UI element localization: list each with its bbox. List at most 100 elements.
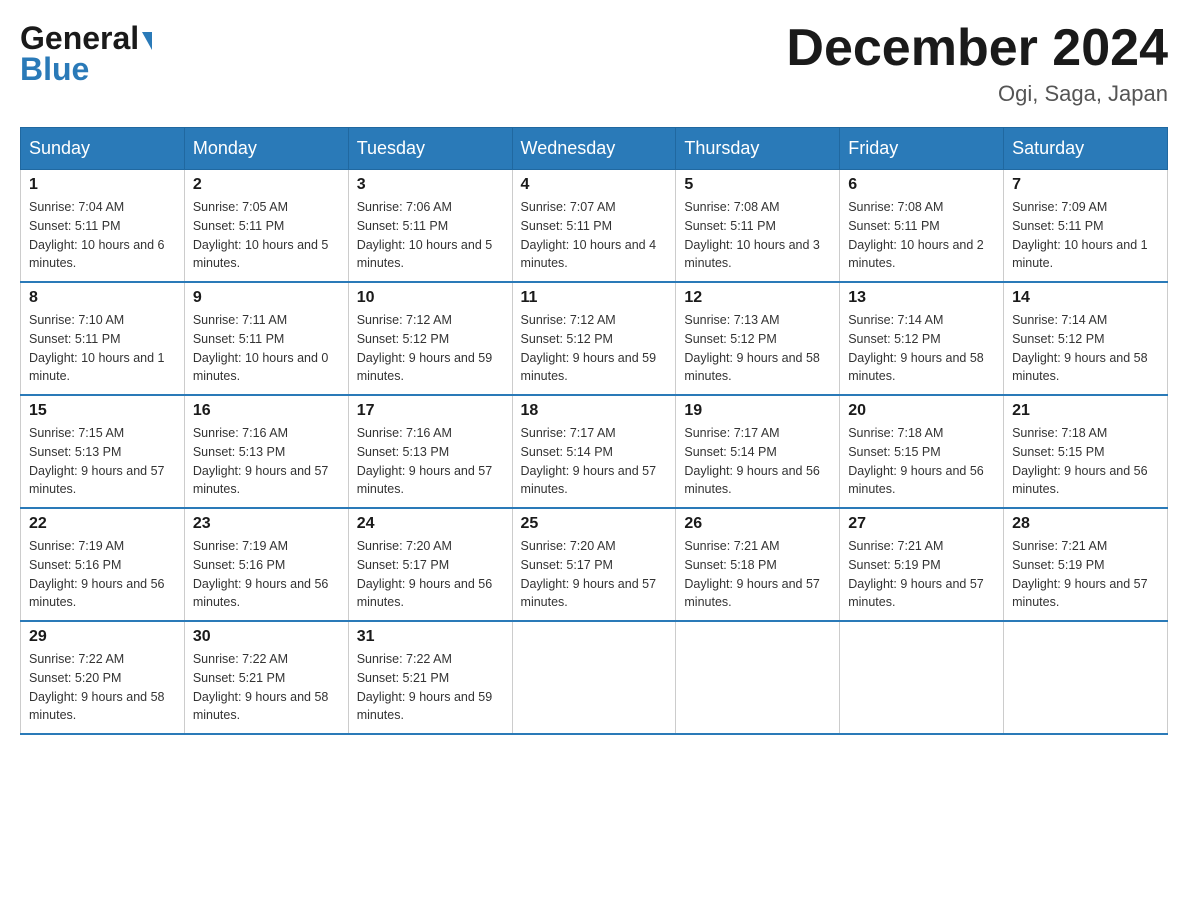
calendar-day-cell: 24 Sunrise: 7:20 AM Sunset: 5:17 PM Dayl… xyxy=(348,508,512,621)
day-number: 12 xyxy=(684,289,831,307)
day-info: Sunrise: 7:18 AM Sunset: 5:15 PM Dayligh… xyxy=(848,424,995,499)
calendar-day-cell: 15 Sunrise: 7:15 AM Sunset: 5:13 PM Dayl… xyxy=(21,395,185,508)
day-number: 2 xyxy=(193,176,340,194)
day-number: 7 xyxy=(1012,176,1159,194)
col-saturday: Saturday xyxy=(1004,128,1168,170)
day-info: Sunrise: 7:12 AM Sunset: 5:12 PM Dayligh… xyxy=(357,311,504,386)
day-info: Sunrise: 7:16 AM Sunset: 5:13 PM Dayligh… xyxy=(193,424,340,499)
day-number: 23 xyxy=(193,515,340,533)
day-info: Sunrise: 7:20 AM Sunset: 5:17 PM Dayligh… xyxy=(521,537,668,612)
col-sunday: Sunday xyxy=(21,128,185,170)
logo-arrow-icon xyxy=(142,32,152,50)
day-info: Sunrise: 7:13 AM Sunset: 5:12 PM Dayligh… xyxy=(684,311,831,386)
day-info: Sunrise: 7:07 AM Sunset: 5:11 PM Dayligh… xyxy=(521,198,668,273)
calendar-day-cell: 12 Sunrise: 7:13 AM Sunset: 5:12 PM Dayl… xyxy=(676,282,840,395)
day-info: Sunrise: 7:06 AM Sunset: 5:11 PM Dayligh… xyxy=(357,198,504,273)
day-info: Sunrise: 7:12 AM Sunset: 5:12 PM Dayligh… xyxy=(521,311,668,386)
calendar-day-cell: 26 Sunrise: 7:21 AM Sunset: 5:18 PM Dayl… xyxy=(676,508,840,621)
day-number: 29 xyxy=(29,628,176,646)
calendar-day-cell: 2 Sunrise: 7:05 AM Sunset: 5:11 PM Dayli… xyxy=(184,170,348,283)
day-number: 19 xyxy=(684,402,831,420)
calendar-week-row: 15 Sunrise: 7:15 AM Sunset: 5:13 PM Dayl… xyxy=(21,395,1168,508)
day-info: Sunrise: 7:05 AM Sunset: 5:11 PM Dayligh… xyxy=(193,198,340,273)
day-number: 24 xyxy=(357,515,504,533)
calendar-header-row: Sunday Monday Tuesday Wednesday Thursday… xyxy=(21,128,1168,170)
day-number: 28 xyxy=(1012,515,1159,533)
day-number: 31 xyxy=(357,628,504,646)
day-number: 3 xyxy=(357,176,504,194)
calendar-day-cell: 23 Sunrise: 7:19 AM Sunset: 5:16 PM Dayl… xyxy=(184,508,348,621)
day-info: Sunrise: 7:11 AM Sunset: 5:11 PM Dayligh… xyxy=(193,311,340,386)
day-number: 9 xyxy=(193,289,340,307)
calendar-day-cell xyxy=(840,621,1004,734)
location-label: Ogi, Saga, Japan xyxy=(786,81,1168,107)
day-number: 6 xyxy=(848,176,995,194)
calendar-day-cell xyxy=(1004,621,1168,734)
day-info: Sunrise: 7:19 AM Sunset: 5:16 PM Dayligh… xyxy=(193,537,340,612)
day-info: Sunrise: 7:22 AM Sunset: 5:21 PM Dayligh… xyxy=(357,650,504,725)
day-number: 18 xyxy=(521,402,668,420)
calendar-day-cell: 5 Sunrise: 7:08 AM Sunset: 5:11 PM Dayli… xyxy=(676,170,840,283)
calendar-day-cell: 31 Sunrise: 7:22 AM Sunset: 5:21 PM Dayl… xyxy=(348,621,512,734)
calendar-day-cell: 18 Sunrise: 7:17 AM Sunset: 5:14 PM Dayl… xyxy=(512,395,676,508)
day-number: 20 xyxy=(848,402,995,420)
calendar-day-cell: 20 Sunrise: 7:18 AM Sunset: 5:15 PM Dayl… xyxy=(840,395,1004,508)
col-monday: Monday xyxy=(184,128,348,170)
day-info: Sunrise: 7:14 AM Sunset: 5:12 PM Dayligh… xyxy=(1012,311,1159,386)
day-info: Sunrise: 7:10 AM Sunset: 5:11 PM Dayligh… xyxy=(29,311,176,386)
day-info: Sunrise: 7:19 AM Sunset: 5:16 PM Dayligh… xyxy=(29,537,176,612)
day-number: 5 xyxy=(684,176,831,194)
day-number: 22 xyxy=(29,515,176,533)
calendar-day-cell: 19 Sunrise: 7:17 AM Sunset: 5:14 PM Dayl… xyxy=(676,395,840,508)
calendar-day-cell: 30 Sunrise: 7:22 AM Sunset: 5:21 PM Dayl… xyxy=(184,621,348,734)
page-header: General Blue December 2024 Ogi, Saga, Ja… xyxy=(20,20,1168,107)
calendar-day-cell: 13 Sunrise: 7:14 AM Sunset: 5:12 PM Dayl… xyxy=(840,282,1004,395)
col-thursday: Thursday xyxy=(676,128,840,170)
day-number: 13 xyxy=(848,289,995,307)
day-info: Sunrise: 7:16 AM Sunset: 5:13 PM Dayligh… xyxy=(357,424,504,499)
day-number: 8 xyxy=(29,289,176,307)
calendar-day-cell xyxy=(512,621,676,734)
day-info: Sunrise: 7:21 AM Sunset: 5:19 PM Dayligh… xyxy=(848,537,995,612)
day-number: 4 xyxy=(521,176,668,194)
calendar-day-cell: 25 Sunrise: 7:20 AM Sunset: 5:17 PM Dayl… xyxy=(512,508,676,621)
col-wednesday: Wednesday xyxy=(512,128,676,170)
title-section: December 2024 Ogi, Saga, Japan xyxy=(786,20,1168,107)
calendar-day-cell: 7 Sunrise: 7:09 AM Sunset: 5:11 PM Dayli… xyxy=(1004,170,1168,283)
day-number: 16 xyxy=(193,402,340,420)
day-info: Sunrise: 7:22 AM Sunset: 5:21 PM Dayligh… xyxy=(193,650,340,725)
calendar-day-cell: 9 Sunrise: 7:11 AM Sunset: 5:11 PM Dayli… xyxy=(184,282,348,395)
day-number: 15 xyxy=(29,402,176,420)
calendar-day-cell: 8 Sunrise: 7:10 AM Sunset: 5:11 PM Dayli… xyxy=(21,282,185,395)
day-info: Sunrise: 7:04 AM Sunset: 5:11 PM Dayligh… xyxy=(29,198,176,273)
day-number: 17 xyxy=(357,402,504,420)
calendar-week-row: 29 Sunrise: 7:22 AM Sunset: 5:20 PM Dayl… xyxy=(21,621,1168,734)
day-number: 21 xyxy=(1012,402,1159,420)
day-info: Sunrise: 7:08 AM Sunset: 5:11 PM Dayligh… xyxy=(684,198,831,273)
calendar-day-cell: 3 Sunrise: 7:06 AM Sunset: 5:11 PM Dayli… xyxy=(348,170,512,283)
calendar-day-cell: 14 Sunrise: 7:14 AM Sunset: 5:12 PM Dayl… xyxy=(1004,282,1168,395)
calendar-day-cell: 1 Sunrise: 7:04 AM Sunset: 5:11 PM Dayli… xyxy=(21,170,185,283)
logo: General Blue xyxy=(20,20,152,88)
calendar-day-cell: 4 Sunrise: 7:07 AM Sunset: 5:11 PM Dayli… xyxy=(512,170,676,283)
col-friday: Friday xyxy=(840,128,1004,170)
col-tuesday: Tuesday xyxy=(348,128,512,170)
day-number: 1 xyxy=(29,176,176,194)
calendar-week-row: 8 Sunrise: 7:10 AM Sunset: 5:11 PM Dayli… xyxy=(21,282,1168,395)
calendar-day-cell: 29 Sunrise: 7:22 AM Sunset: 5:20 PM Dayl… xyxy=(21,621,185,734)
calendar-table: Sunday Monday Tuesday Wednesday Thursday… xyxy=(20,127,1168,735)
calendar-day-cell: 22 Sunrise: 7:19 AM Sunset: 5:16 PM Dayl… xyxy=(21,508,185,621)
day-info: Sunrise: 7:21 AM Sunset: 5:19 PM Dayligh… xyxy=(1012,537,1159,612)
day-number: 26 xyxy=(684,515,831,533)
day-info: Sunrise: 7:20 AM Sunset: 5:17 PM Dayligh… xyxy=(357,537,504,612)
day-number: 25 xyxy=(521,515,668,533)
calendar-day-cell: 11 Sunrise: 7:12 AM Sunset: 5:12 PM Dayl… xyxy=(512,282,676,395)
calendar-day-cell xyxy=(676,621,840,734)
calendar-day-cell: 10 Sunrise: 7:12 AM Sunset: 5:12 PM Dayl… xyxy=(348,282,512,395)
day-number: 14 xyxy=(1012,289,1159,307)
logo-blue-text: Blue xyxy=(20,51,89,88)
day-number: 27 xyxy=(848,515,995,533)
calendar-day-cell: 17 Sunrise: 7:16 AM Sunset: 5:13 PM Dayl… xyxy=(348,395,512,508)
calendar-day-cell: 16 Sunrise: 7:16 AM Sunset: 5:13 PM Dayl… xyxy=(184,395,348,508)
day-number: 10 xyxy=(357,289,504,307)
